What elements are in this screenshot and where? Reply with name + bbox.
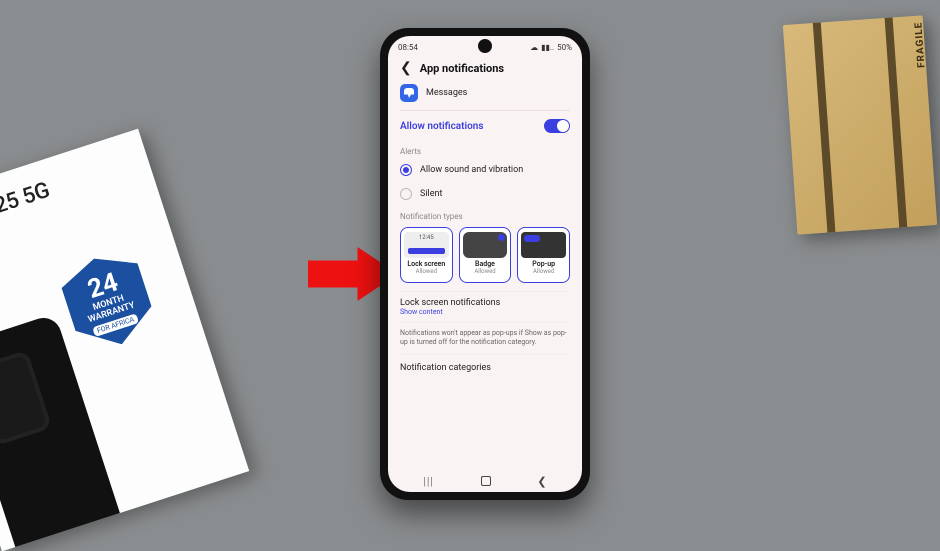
allow-notifications-label: Allow notifications [400,121,484,132]
type-popup-label: Pop-up [532,260,555,268]
signal-icon: ▮▮.. [541,43,554,52]
notification-types-row: Lock screen Allowed Badge Allowed Pop-up… [400,223,570,291]
product-box-phone-render [0,313,129,551]
allow-notifications-toggle[interactable] [544,119,570,133]
type-card-badge[interactable]: Badge Allowed [459,227,512,283]
lockscreen-notifications-sub: Show content [400,308,570,316]
radio-unselected-icon [400,188,412,200]
page-title: App notifications [420,62,504,75]
alert-option-silent[interactable]: Silent [400,182,570,206]
types-section-label: Notification types [400,206,570,223]
type-popup-status: Allowed [533,268,554,275]
nav-back-button[interactable]: ❮ [537,475,546,488]
warranty-badge: 24 MONTH WARRANTY FOR AFRICA [56,246,160,356]
type-badge-label: Badge [475,260,495,268]
type-card-popup[interactable]: Pop-up Allowed [517,227,570,283]
messages-app-icon [400,84,418,102]
cloud-icon: ☁ [530,43,538,52]
nav-recents-button[interactable]: ||| [423,475,433,488]
wood-crate: FRAGILE [783,15,937,234]
page-header: ❮ App notifications [400,56,570,80]
notification-categories-label: Notification categories [400,363,491,373]
product-box-title: Galaxy A25 5G [0,151,136,245]
badge-preview-icon [463,232,508,258]
lockscreen-notifications-row[interactable]: Lock screen notifications Show content [400,291,570,322]
navigation-bar: ||| ❮ [388,470,582,492]
lockscreen-notifications-label: Lock screen notifications [400,298,570,308]
battery-percent: 50% [557,43,572,52]
alert-option-sound[interactable]: Allow sound and vibration [400,158,570,182]
type-lockscreen-status: Allowed [416,268,437,275]
camera-notch [478,39,492,53]
type-lockscreen-label: Lock screen [407,260,445,268]
phone-screen: 08:54 ☁ ▮▮.. 50% ❮ App notifications Mes… [388,36,582,492]
phone-device: 08:54 ☁ ▮▮.. 50% ❮ App notifications Mes… [380,28,590,500]
app-name: Messages [426,88,467,98]
popup-preview-icon [521,232,566,258]
type-badge-status: Allowed [474,268,495,275]
fragile-label: FRAGILE [913,21,927,68]
status-time: 08:54 [398,43,418,52]
allow-notifications-row[interactable]: Allow notifications [400,111,570,141]
radio-selected-icon [400,164,412,176]
app-row[interactable]: Messages [400,80,570,111]
type-card-lockscreen[interactable]: Lock screen Allowed [400,227,453,283]
popup-note: Notifications won't appear as pop-ups if… [400,322,570,354]
notification-categories-row[interactable]: Notification categories [400,354,570,373]
product-box: Galaxy A25 5G 24 MONTH WARRANTY FOR AFRI… [0,129,249,551]
alert-option-sound-label: Allow sound and vibration [420,165,523,175]
nav-home-button[interactable] [481,476,491,486]
alerts-section-label: Alerts [400,141,570,158]
lockscreen-preview-icon [404,232,449,258]
alert-option-silent-label: Silent [420,189,442,199]
back-icon[interactable]: ❮ [400,61,412,75]
